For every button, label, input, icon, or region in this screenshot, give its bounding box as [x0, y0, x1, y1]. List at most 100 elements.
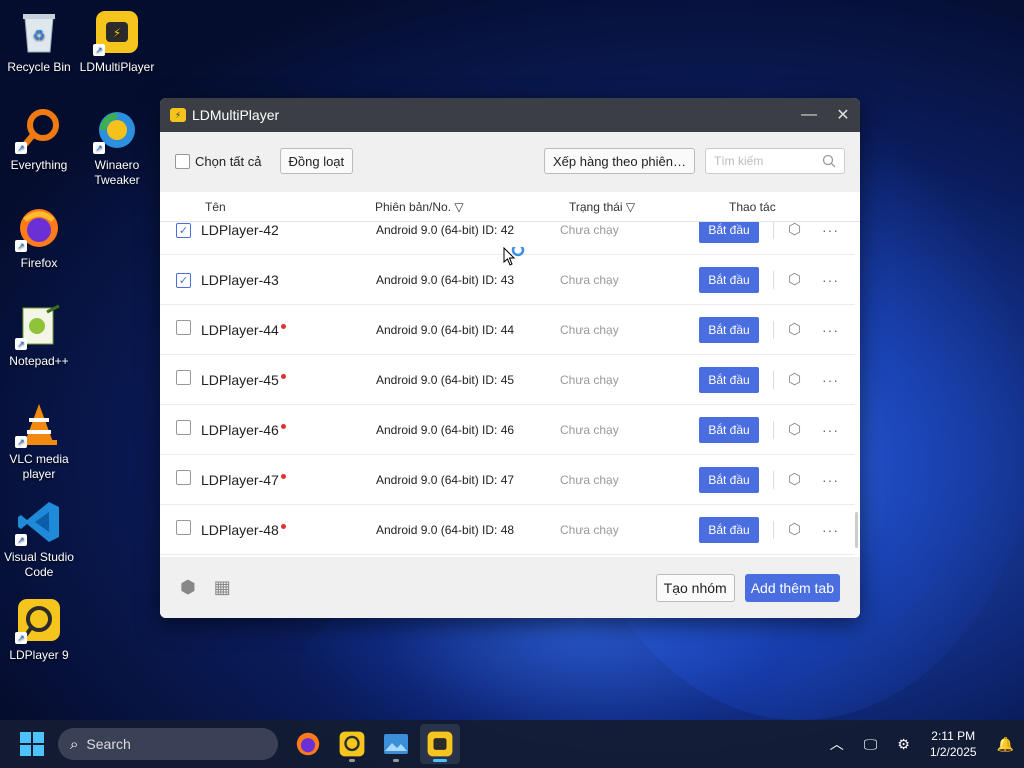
- table-row[interactable]: LDPlayer-48 Android 9.0 (64-bit) ID: 48 Ch…: [160, 505, 855, 555]
- desktop-icon-everything[interactable]: ↗ Everything: [0, 106, 78, 173]
- vscode-icon: ↗: [15, 498, 63, 546]
- create-group-button[interactable]: Tạo nhóm: [655, 573, 735, 602]
- more-options-icon[interactable]: ···: [822, 222, 839, 238]
- more-options-icon[interactable]: ···: [822, 472, 839, 488]
- row-checkbox[interactable]: [176, 419, 191, 435]
- desktop-icon-firefox[interactable]: ↗ Firefox: [0, 204, 78, 271]
- instance-name: LDPlayer-46: [201, 421, 279, 438]
- select-all-label[interactable]: Chọn tất cả: [195, 154, 262, 169]
- table-row[interactable]: LDPlayer-45 Android 9.0 (64-bit) ID: 45 Ch…: [160, 355, 855, 405]
- desktop-icon-notepadpp[interactable]: ↗ Notepad++: [0, 302, 78, 369]
- network-icon[interactable]: ⚙: [897, 736, 910, 753]
- display-icon[interactable]: 🖵: [864, 736, 878, 753]
- taskbar-photos[interactable]: [376, 724, 416, 764]
- settings-gear-icon[interactable]: ⬡: [788, 521, 804, 538]
- taskbar-firefox[interactable]: [288, 724, 328, 764]
- more-options-icon[interactable]: ···: [822, 422, 839, 438]
- column-header-status[interactable]: Trạng thái ▽: [569, 200, 729, 214]
- ldmultiplayer-icon: [427, 731, 453, 757]
- column-header-actions: Thao tác: [729, 199, 776, 214]
- filter-icon[interactable]: ▽: [623, 200, 635, 214]
- column-header-status-label: Trạng thái: [569, 199, 623, 214]
- more-options-icon[interactable]: ···: [822, 272, 839, 288]
- start-button[interactable]: Bắt đầu: [699, 466, 759, 493]
- start-button[interactable]: Bắt đầu: [699, 266, 759, 293]
- search-icon: ⌕: [70, 735, 79, 753]
- desktop-icon-winaero-tweaker[interactable]: ↗ Winaero Tweaker: [78, 106, 156, 188]
- instance-name-cell: LDPlayer-45: [201, 372, 376, 388]
- scrollbar[interactable]: [855, 512, 858, 548]
- divider: [773, 222, 774, 239]
- desktop-icon-label: Visual Studio Code: [4, 550, 74, 579]
- row-checkbox[interactable]: [176, 369, 191, 385]
- taskbar-search[interactable]: ⌕ Search: [58, 728, 278, 760]
- close-button[interactable]: ✕: [826, 105, 860, 125]
- more-options-icon[interactable]: ···: [822, 322, 839, 338]
- row-checkbox[interactable]: [176, 469, 191, 485]
- row-checkbox-cell: ✓: [160, 222, 201, 239]
- grid-view-icon[interactable]: ▦: [214, 577, 231, 598]
- divider: [773, 320, 774, 339]
- row-checkbox[interactable]: ✓: [176, 272, 191, 288]
- batch-button[interactable]: Đồng loạt: [279, 148, 354, 174]
- row-checkbox[interactable]: [176, 519, 191, 535]
- taskbar-ldmultiplayer[interactable]: [420, 724, 460, 764]
- row-checkbox[interactable]: [176, 319, 191, 335]
- column-header-version[interactable]: Phiên bản/No. ▽: [375, 200, 569, 214]
- start-button[interactable]: Bắt đầu: [699, 516, 759, 543]
- desktop-icon-vlc[interactable]: ↗ VLC media player: [0, 400, 78, 482]
- start-button[interactable]: [20, 732, 44, 756]
- status-dot: [280, 374, 286, 379]
- taskbar-ldplayer[interactable]: [332, 724, 372, 764]
- desktop-icon-ldmultiplayer[interactable]: ⚡ ↗ LDMultiPlayer: [78, 8, 156, 75]
- start-button[interactable]: Bắt đầu: [699, 316, 759, 343]
- notification-bell-icon[interactable]: 🔔: [997, 736, 1014, 753]
- settings-gear-icon[interactable]: ⬡: [788, 321, 804, 338]
- desktop-icon-recycle-bin[interactable]: ♻ Recycle Bin: [0, 8, 78, 75]
- settings-gear-icon[interactable]: ⬡: [788, 271, 804, 288]
- desktop-icon-ldplayer9[interactable]: ↗ LDPlayer 9: [0, 596, 78, 663]
- table-row[interactable]: LDPlayer-44 Android 9.0 (64-bit) ID: 44 Ch…: [160, 305, 855, 355]
- sort-dropdown[interactable]: Xếp hàng theo phiên…: [544, 148, 695, 174]
- desktop-icon-vscode[interactable]: ↗ Visual Studio Code: [0, 498, 78, 580]
- select-all-checkbox[interactable]: [175, 153, 190, 169]
- instance-status: Chưa chạy: [560, 422, 619, 437]
- more-options-icon[interactable]: ···: [822, 522, 839, 538]
- desktop-icon-label: Recycle Bin: [7, 60, 71, 74]
- add-tab-button[interactable]: Add thêm tab: [744, 573, 840, 602]
- status-dot: [280, 324, 286, 329]
- clock[interactable]: 2:11 PM 1/2/2025: [930, 728, 977, 760]
- settings-icon[interactable]: ⬢: [180, 577, 196, 598]
- instance-version: Android 9.0 (64-bit) ID: 44: [376, 322, 515, 337]
- filter-icon[interactable]: ▽: [451, 200, 463, 214]
- instance-name-cell: LDPlayer-43: [201, 272, 376, 288]
- chevron-up-icon[interactable]: ︿: [830, 734, 844, 754]
- more-options-icon[interactable]: ···: [822, 372, 839, 388]
- search-input[interactable]: Tìm kiếm: [705, 148, 845, 174]
- settings-gear-icon[interactable]: ⬡: [788, 371, 804, 388]
- instance-status: Chưa chạy: [560, 272, 619, 287]
- instance-name: LDPlayer-44: [201, 321, 279, 338]
- search-icon[interactable]: [822, 154, 836, 168]
- start-button[interactable]: Bắt đầu: [699, 222, 759, 243]
- settings-gear-icon[interactable]: ⬡: [788, 222, 804, 238]
- status-dot: [280, 474, 286, 479]
- ldplayer-icon: [339, 731, 365, 757]
- instance-status: Chưa chạy: [560, 522, 619, 537]
- instance-name-cell: LDPlayer-42: [201, 222, 376, 238]
- shortcut-arrow-icon: ↗: [93, 142, 105, 154]
- system-tray: ︿ 🖵 ⚙ 2:11 PM 1/2/2025 🔔: [820, 728, 1024, 760]
- title-bar[interactable]: ⚡ LDMultiPlayer — ✕: [160, 98, 860, 132]
- settings-gear-icon[interactable]: ⬡: [788, 421, 804, 438]
- instance-version: Android 9.0 (64-bit) ID: 42: [376, 222, 515, 237]
- minimize-button[interactable]: —: [792, 106, 826, 124]
- app-logo-icon: ⚡: [170, 108, 186, 122]
- table-row[interactable]: LDPlayer-46 Android 9.0 (64-bit) ID: 46 Ch…: [160, 405, 855, 455]
- table-header: Tên Phiên bản/No. ▽ Trạng thái ▽ Thao tá…: [160, 192, 860, 222]
- instance-name: LDPlayer-47: [201, 471, 279, 488]
- table-row[interactable]: LDPlayer-47 Android 9.0 (64-bit) ID: 47 Ch…: [160, 455, 855, 505]
- row-checkbox[interactable]: ✓: [176, 222, 191, 238]
- start-button[interactable]: Bắt đầu: [699, 416, 759, 443]
- start-button[interactable]: Bắt đầu: [699, 366, 759, 393]
- settings-gear-icon[interactable]: ⬡: [788, 471, 804, 488]
